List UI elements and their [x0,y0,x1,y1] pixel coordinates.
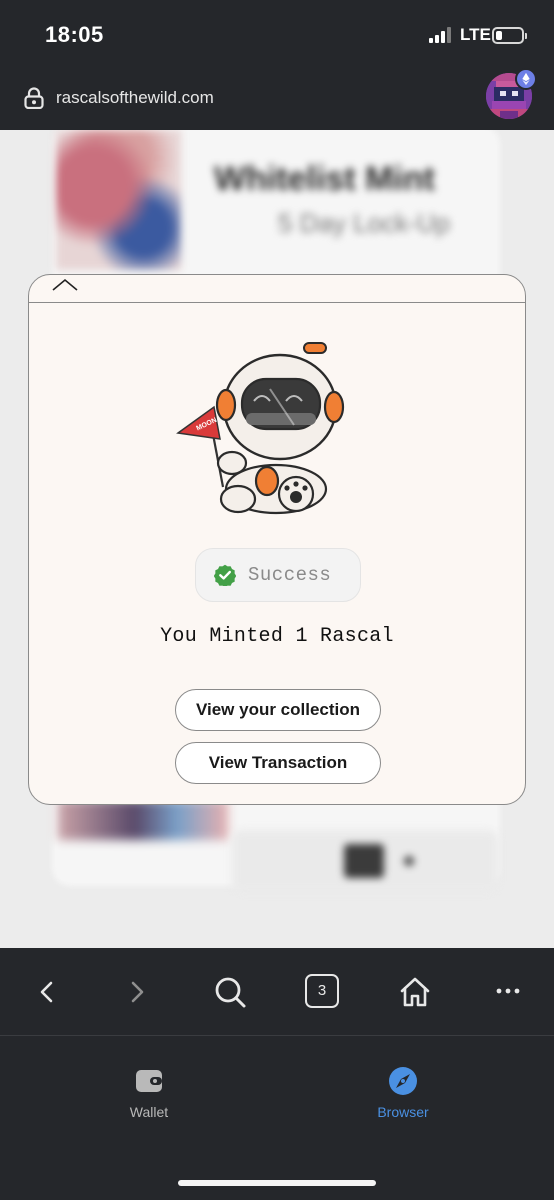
home-indicator[interactable] [178,1180,376,1186]
status-label: Success [248,564,332,586]
ethereum-icon [515,68,537,90]
signal-icon [429,27,453,43]
background-pagination [232,830,498,892]
chevron-up-icon[interactable] [51,277,79,293]
more-horizontal-icon[interactable] [488,972,528,1012]
background-artwork [56,130,181,270]
check-circle-icon [214,564,236,586]
chevron-left-icon[interactable] [28,972,68,1012]
background-title: Whitelist Mint [214,160,435,198]
view-transaction-button[interactable]: View Transaction [175,742,381,784]
astronaut-mascot-image: MOON [176,342,345,515]
wallet-icon [136,1070,162,1092]
battery-icon [492,27,527,44]
mint-success-modal: MOON Success You Minted 1 Rascal View yo… [28,274,526,805]
nav-label-wallet: Wallet [129,1104,169,1120]
home-icon[interactable] [395,972,435,1012]
status-badge: Success [195,548,361,602]
compass-icon [389,1067,417,1095]
search-icon[interactable] [210,972,250,1012]
lock-icon [24,87,44,109]
status-bar: 18:05 LTE [0,0,554,66]
background-subtitle: 5 Day Lock-Up [278,208,450,238]
url-bar[interactable]: rascalsofthewild.com [0,66,554,130]
view-collection-button[interactable]: View your collection [175,689,381,731]
tabs-button[interactable]: 3 [305,974,339,1008]
nav-label-browser: Browser [377,1104,429,1120]
bottom-navigation: Wallet Browser [0,1036,554,1200]
chevron-right-icon[interactable] [118,972,158,1012]
browser-toolbar: 3 [0,948,554,1036]
url-text[interactable]: rascalsofthewild.com [56,88,214,108]
nav-item-browser[interactable]: Browser [343,1066,463,1136]
network-label: LTE [460,25,491,44]
status-time: 18:05 [45,22,104,47]
background-artwork-bottom [58,800,228,840]
modal-header [29,275,525,303]
nav-item-wallet[interactable]: Wallet [89,1066,209,1136]
mint-result-text: You Minted 1 Rascal [160,625,394,648]
